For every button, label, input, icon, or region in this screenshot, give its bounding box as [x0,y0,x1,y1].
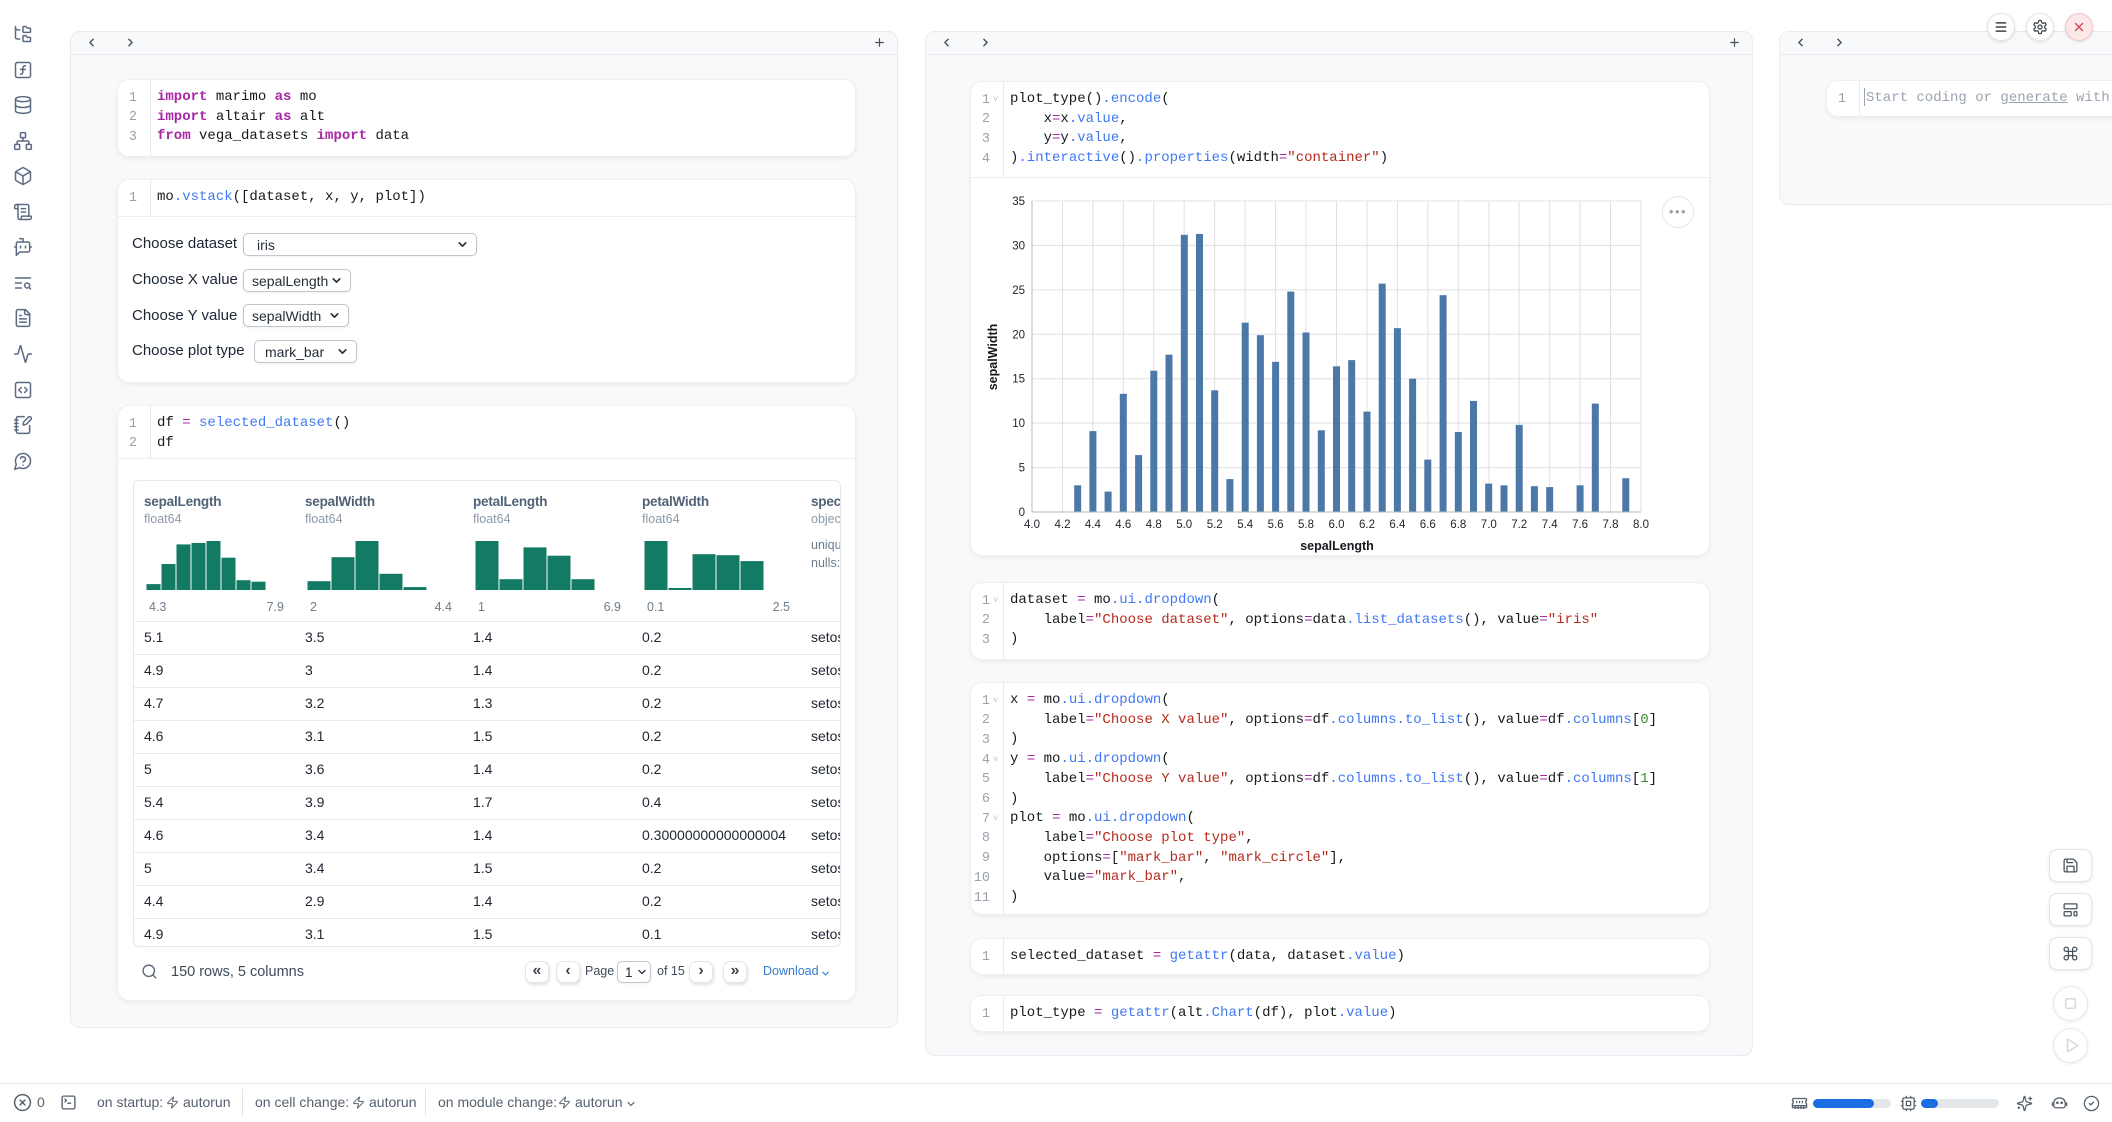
svg-text:5.0: 5.0 [1176,519,1192,531]
svg-text:25: 25 [1012,285,1025,297]
svg-text:7.4: 7.4 [1542,519,1559,531]
svg-text:4.8: 4.8 [1146,519,1162,531]
svg-text:6.6: 6.6 [1420,519,1436,531]
svg-text:sepalWidth: sepalWidth [986,324,1000,391]
svg-text:0: 0 [1019,507,1025,519]
svg-text:5.2: 5.2 [1207,519,1223,531]
svg-text:7.0: 7.0 [1481,519,1497,531]
svg-text:30: 30 [1012,240,1025,252]
svg-text:35: 35 [1012,196,1025,208]
svg-text:7.6: 7.6 [1572,519,1588,531]
svg-text:5.8: 5.8 [1298,519,1314,531]
svg-text:5.4: 5.4 [1237,519,1254,531]
svg-text:7.8: 7.8 [1603,519,1619,531]
svg-text:7.2: 7.2 [1511,519,1527,531]
svg-text:sepalLength: sepalLength [1300,539,1374,553]
svg-text:4.4: 4.4 [1085,519,1102,531]
svg-text:8.0: 8.0 [1633,519,1649,531]
svg-text:6.0: 6.0 [1329,519,1345,531]
svg-text:4.6: 4.6 [1115,519,1131,531]
svg-text:6.8: 6.8 [1450,519,1466,531]
svg-text:6.4: 6.4 [1389,519,1406,531]
svg-text:5.6: 5.6 [1268,519,1284,531]
svg-text:4.0: 4.0 [1024,519,1040,531]
svg-text:5: 5 [1019,463,1025,475]
svg-text:20: 20 [1012,329,1025,341]
svg-text:4.2: 4.2 [1055,519,1071,531]
svg-text:6.2: 6.2 [1359,519,1375,531]
svg-text:15: 15 [1012,374,1025,386]
svg-text:10: 10 [1012,418,1025,430]
